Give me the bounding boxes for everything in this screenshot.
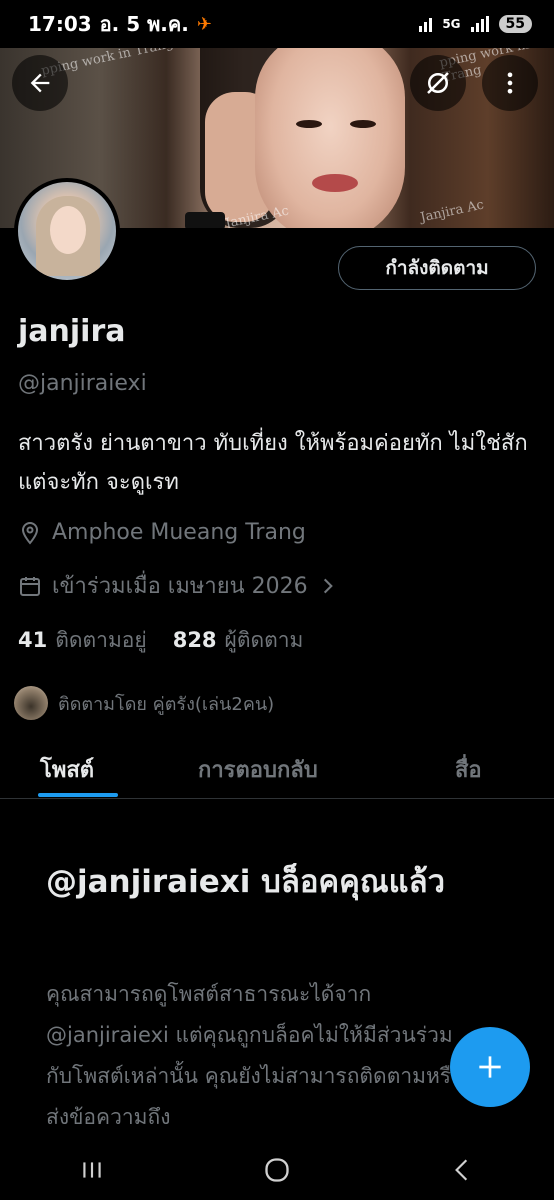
profile-joined[interactable]: เข้าร่วมเมื่อ เมษายน 2026 xyxy=(18,568,338,603)
followed-by-row[interactable]: ติดตามโดย คู่ตรัง(เล่น2คน) xyxy=(14,686,274,720)
follow-counts: 41 ติดตามอยู่ 828 ผู้ติดตาม xyxy=(18,624,303,657)
banner-lips-shape xyxy=(312,174,358,192)
compose-button[interactable] xyxy=(450,1027,530,1107)
avatar-face-shape xyxy=(50,206,86,254)
location-text: Amphoe Mueang Trang xyxy=(52,520,306,545)
profile-handle: @janjiraiexi xyxy=(18,371,147,396)
chevron-right-icon xyxy=(323,578,333,593)
profile-tabs: โพสต์ การตอบกลับ สื่อ xyxy=(0,740,554,799)
tab-posts[interactable]: โพสต์ xyxy=(40,752,94,787)
banner-eye-shape xyxy=(296,120,322,128)
status-time: 17:03 xyxy=(28,12,92,36)
profile-name: janjira xyxy=(18,314,126,349)
network-type: 5G xyxy=(442,17,461,31)
followed-by-text: ติดตามโดย คู่ตรัง(เล่น2คน) xyxy=(58,693,275,715)
joined-text: เข้าร่วมเมื่อ เมษายน 2026 xyxy=(52,574,308,599)
location-pin-icon xyxy=(21,521,39,545)
calendar-icon xyxy=(20,576,40,596)
arrow-left-icon xyxy=(30,73,50,93)
following-count: 41 xyxy=(18,628,48,652)
status-date: อ. 5 พ.ค. xyxy=(99,12,189,36)
blocked-title: @janjiraiexi บล็อคคุณแล้ว xyxy=(46,864,446,900)
back-button[interactable] xyxy=(12,55,68,111)
system-back-icon[interactable] xyxy=(449,1157,475,1183)
home-icon[interactable] xyxy=(263,1156,291,1184)
following-count-link[interactable]: 41 ติดตามอยู่ xyxy=(18,624,147,657)
cell-signal-icon xyxy=(470,16,489,32)
profile-location: Amphoe Mueang Trang xyxy=(18,520,306,545)
recent-apps-icon[interactable] xyxy=(79,1157,105,1183)
wifi-signal-icon xyxy=(419,16,433,32)
banner-watermark: Janjira Ac xyxy=(419,197,486,226)
following-button[interactable]: กำลังติดตาม xyxy=(338,246,536,290)
profile-bio: สาวตรัง ย่านตาขาว ทับเที่ยง ให้พร้อมค่อย… xyxy=(18,431,528,495)
hide-posts-button[interactable] xyxy=(410,55,466,111)
avatar[interactable] xyxy=(14,178,120,284)
banner-eye-shape xyxy=(350,120,376,128)
banner-watchband-shape xyxy=(185,212,225,228)
followers-label: ผู้ติดตาม xyxy=(224,628,304,652)
tab-media[interactable]: สื่อ xyxy=(455,752,482,787)
system-nav-bar xyxy=(0,1140,554,1200)
followers-count: 828 xyxy=(172,628,217,652)
plus-icon xyxy=(479,1056,501,1078)
status-bar: 17:03 อ. 5 พ.ค. ✈ 5G 55 xyxy=(0,0,554,48)
followers-count-link[interactable]: 828 ผู้ติดตาม xyxy=(173,624,304,657)
follower-avatar xyxy=(14,686,48,720)
more-vertical-icon xyxy=(507,72,513,94)
notification-icon: ✈ xyxy=(196,13,212,35)
following-label: ติดตามอยู่ xyxy=(55,628,147,652)
active-tab-indicator xyxy=(38,793,118,797)
eye-off-icon xyxy=(427,72,449,94)
tab-replies[interactable]: การตอบกลับ xyxy=(198,752,318,787)
banner-face-shape xyxy=(255,42,405,228)
more-options-button[interactable] xyxy=(482,55,538,111)
blocked-description: คุณสามารถดูโพสต์สาธารณะได้จาก @janjiraie… xyxy=(46,982,464,1129)
battery-indicator: 55 xyxy=(498,15,532,33)
